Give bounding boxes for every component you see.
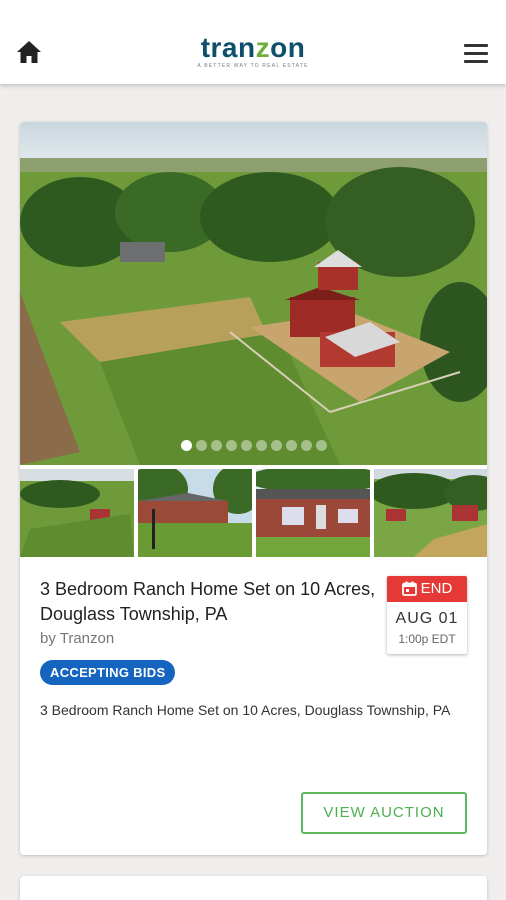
listing-title[interactable]: 3 Bedroom Ranch Home Set on 10 Acres, Do… [40, 577, 380, 627]
status-badge: ACCEPTING BIDS [40, 660, 176, 685]
carousel-dot[interactable] [315, 440, 327, 451]
carousel-dot[interactable] [255, 440, 267, 451]
listing-description: 3 Bedroom Ranch Home Set on 10 Acres, Do… [40, 702, 451, 718]
carousel-dot[interactable] [210, 440, 222, 451]
carousel-dot[interactable] [285, 440, 297, 451]
auction-end-box: END AUG 01 1:00p EDT [387, 576, 467, 654]
hero-photo[interactable] [20, 122, 487, 465]
next-auction-card[interactable] [20, 876, 487, 900]
end-date: AUG 01 [395, 610, 459, 627]
carousel-dot[interactable] [180, 440, 192, 451]
listing-byline: by Tranzon [40, 630, 115, 647]
thumbnail-aerial[interactable] [20, 469, 134, 557]
calendar-icon [401, 581, 417, 596]
logo-tagline: A BETTER WAY TO REAL ESTATE [197, 63, 309, 69]
carousel-indicators[interactable] [20, 438, 487, 456]
hamburger-menu-icon[interactable] [464, 44, 490, 64]
app-header: tranzon A BETTER WAY TO REAL ESTATE [0, 0, 506, 84]
thumbnail-house-front[interactable] [256, 469, 370, 557]
carousel-dot[interactable] [300, 440, 312, 451]
carousel-dot[interactable] [225, 440, 237, 451]
view-auction-button[interactable]: VIEW AUCTION [301, 792, 467, 834]
tranzon-logo[interactable]: tranzon A BETTER WAY TO REAL ESTATE [0, 34, 506, 70]
carousel-dot[interactable] [270, 440, 282, 451]
end-header: END [387, 576, 467, 602]
auction-card: 3 Bedroom Ranch Home Set on 10 Acres, Do… [20, 122, 487, 855]
thumbnail-barn-field[interactable] [374, 469, 487, 557]
thumbnail-strip [20, 469, 487, 557]
listing-info: 3 Bedroom Ranch Home Set on 10 Acres, Do… [40, 577, 380, 685]
end-label: END [420, 580, 453, 597]
end-time: 1:00p EDT [398, 632, 456, 646]
carousel-dot[interactable] [195, 440, 207, 451]
thumbnail-house-side[interactable] [138, 469, 252, 557]
carousel-dot[interactable] [240, 440, 252, 451]
